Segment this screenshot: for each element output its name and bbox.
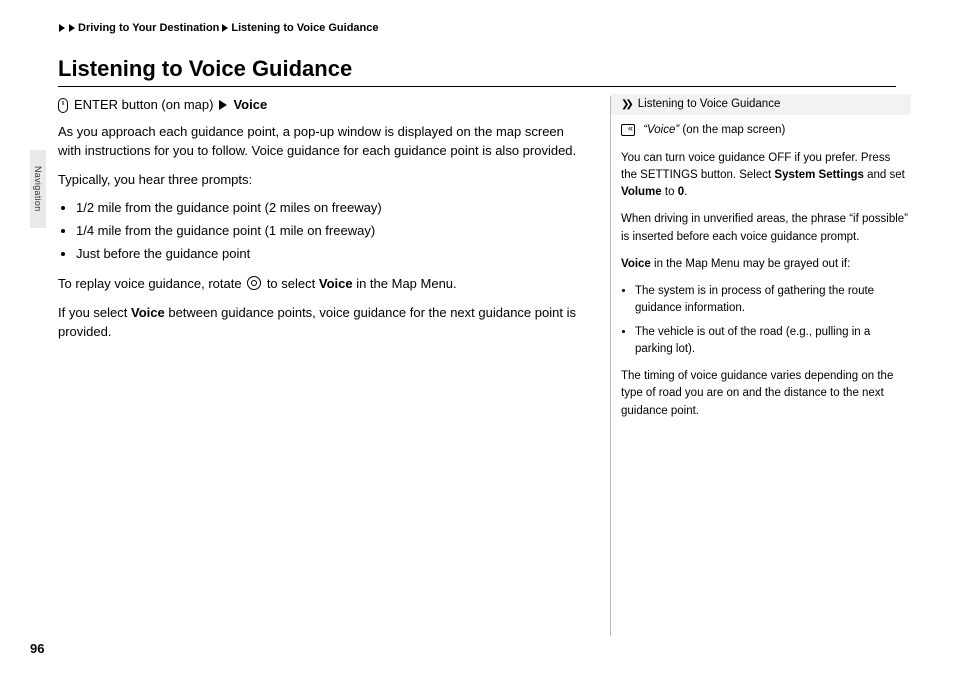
triangle-icon <box>219 100 227 110</box>
side-notes: ❯❯ Listening to Voice Guidance “Voice” (… <box>610 96 909 636</box>
text: . <box>684 186 687 198</box>
text-bold: System Settings <box>774 169 863 181</box>
paragraph: Typically, you hear three prompts: <box>58 171 578 190</box>
text: to select <box>267 276 315 291</box>
grayout-reasons: The system is in process of gathering th… <box>621 283 909 358</box>
side-tab-navigation: Navigation <box>30 150 46 228</box>
nav-step: ENTER button (on map) Voice <box>58 96 578 115</box>
paragraph: The timing of voice guidance varies depe… <box>621 368 909 420</box>
voice-command: “Voice” (on the map screen) <box>621 121 909 139</box>
text: To replay voice guidance, rotate <box>58 276 242 291</box>
text-bold: Voice <box>131 305 165 320</box>
main-content: ENTER button (on map) Voice As you appro… <box>58 96 578 351</box>
text-italic: “Voice” <box>643 124 679 136</box>
page-title: Listening to Voice Guidance <box>58 56 896 87</box>
text: and set <box>867 169 905 181</box>
text: in the Map Menu may be grayed out if: <box>654 258 850 270</box>
list-item: The vehicle is out of the road (e.g., pu… <box>635 324 909 359</box>
step-prefix: ENTER button (on map) <box>74 96 213 115</box>
voice-command-icon <box>621 124 635 136</box>
breadcrumb-a: Driving to Your Destination <box>78 22 219 34</box>
text-bold: Voice <box>621 258 651 270</box>
breadcrumb-b: Listening to Voice Guidance <box>231 22 378 34</box>
text: If you select <box>58 305 127 320</box>
paragraph: Voice in the Map Menu may be grayed out … <box>621 256 909 273</box>
rotary-dial-icon <box>247 276 261 290</box>
triangle-icon <box>59 24 65 32</box>
side-heading-text: Listening to Voice Guidance <box>638 96 781 113</box>
text-bold: Voice <box>319 276 353 291</box>
text: to <box>665 186 675 198</box>
list-item: Just before the guidance point <box>76 245 578 264</box>
paragraph: When driving in unverified areas, the ph… <box>621 211 909 246</box>
list-item: The system is in process of gathering th… <box>635 283 909 318</box>
text-bold: Volume <box>621 186 662 198</box>
paragraph: As you approach each guidance point, a p… <box>58 123 578 161</box>
enter-button-icon <box>58 98 68 113</box>
step-target: Voice <box>233 96 267 115</box>
prompt-list: 1/2 mile from the guidance point (2 mile… <box>58 199 578 264</box>
paragraph: You can turn voice guidance OFF if you p… <box>621 150 909 202</box>
triangle-icon <box>69 24 75 32</box>
double-chevron-icon: ❯❯ <box>621 97 630 112</box>
page-number: 96 <box>30 641 44 656</box>
list-item: 1/2 mile from the guidance point (2 mile… <box>76 199 578 218</box>
triangle-icon <box>222 24 228 32</box>
paragraph: To replay voice guidance, rotate to sele… <box>58 274 578 294</box>
text: (on the map screen) <box>682 124 785 136</box>
side-heading: ❯❯ Listening to Voice Guidance <box>611 94 911 115</box>
breadcrumb: Driving to Your Destination Listening to… <box>58 22 378 34</box>
text: in the Map Menu. <box>356 276 456 291</box>
paragraph: If you select Voice between guidance poi… <box>58 304 578 342</box>
list-item: 1/4 mile from the guidance point (1 mile… <box>76 222 578 241</box>
